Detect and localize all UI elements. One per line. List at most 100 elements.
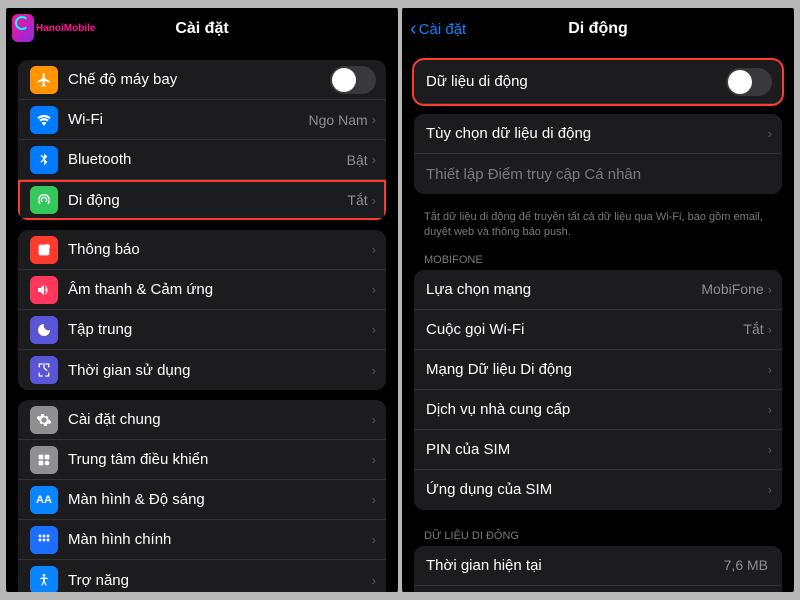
row-sim-pin[interactable]: PIN của SIM › [414, 430, 782, 470]
row-current-period[interactable]: Thời gian hiện tại 7,6 MB [414, 546, 782, 586]
chevron-icon: › [768, 362, 772, 377]
home-label: Màn hình chính [68, 531, 372, 548]
group-data-usage: Thời gian hiện tại 7,6 MB Chuyển vùng TG… [414, 546, 782, 592]
cellular-label: Di động [68, 192, 347, 209]
row-display[interactable]: AA Màn hình & Độ sáng › [18, 480, 386, 520]
chevron-icon: › [372, 452, 376, 467]
current-period-value: 7,6 MB [724, 557, 768, 573]
chevron-icon: › [372, 242, 376, 257]
row-home[interactable]: Màn hình chính › [18, 520, 386, 560]
row-access[interactable]: Trợ năng › [18, 560, 386, 592]
chevron-icon: › [372, 492, 376, 507]
row-bluetooth[interactable]: Bluetooth Bật › [18, 140, 386, 180]
chevron-icon: › [372, 322, 376, 337]
airplane-label: Chế độ máy bay [68, 71, 330, 88]
group-data-options: Tùy chọn dữ liệu di động › Thiết lập Điể… [414, 114, 782, 194]
hotspot-label: Thiết lập Điểm truy cập Cá nhân [426, 166, 772, 183]
accessibility-icon [30, 566, 58, 592]
bluetooth-label: Bluetooth [68, 151, 347, 168]
screentime-icon [30, 356, 58, 384]
row-general[interactable]: Cài đặt chung › [18, 400, 386, 440]
chevron-icon: › [768, 402, 772, 417]
wifi-icon [30, 106, 58, 134]
row-carrier[interactable]: Dịch vụ nhà cung cấp › [414, 390, 782, 430]
wifi-call-value: Tắt [743, 321, 763, 337]
right-title: Di động [568, 20, 628, 38]
row-data-options[interactable]: Tùy chọn dữ liệu di động › [414, 114, 782, 154]
airplane-toggle[interactable] [330, 66, 376, 94]
data-options-label: Tùy chọn dữ liệu di động [426, 125, 768, 142]
chevron-icon: › [372, 193, 376, 208]
screentime-label: Thời gian sử dụng [68, 362, 372, 379]
chevron-icon: › [372, 282, 376, 297]
sim-apps-label: Ứng dụng của SIM [426, 481, 768, 498]
notif-label: Thông báo [68, 241, 372, 258]
watermark-logo: HanoiMobile [12, 14, 95, 42]
row-mobile-data[interactable]: Dữ liệu di động [414, 60, 782, 104]
sim-pin-label: PIN của SIM [426, 441, 768, 458]
left-title: Cài đặt [175, 20, 228, 38]
general-label: Cài đặt chung [68, 411, 372, 428]
cellular-icon [30, 186, 58, 214]
cellular-right-panel: ‹ Cài đặt Di động Dữ liệu di động Tùy ch… [402, 8, 794, 592]
settings-left-panel: HanoiMobile Cài đặt Chế độ máy bay Wi-Fi… [6, 8, 398, 592]
carrier-label: Dịch vụ nhà cung cấp [426, 401, 768, 418]
row-focus[interactable]: Tập trung › [18, 310, 386, 350]
notification-icon [30, 236, 58, 264]
chevron-icon: › [372, 573, 376, 588]
control-center-icon [30, 446, 58, 474]
row-hotspot: Thiết lập Điểm truy cập Cá nhân [414, 154, 782, 194]
group-mobifone: Lựa chọn mạng MobiFone › Cuộc gọi Wi-Fi … [414, 270, 782, 510]
section-data: DỮ LIỆU DI ĐỘNG [402, 520, 794, 546]
group-notif: Thông báo › Âm thanh & Cảm ứng › Tập tru… [18, 230, 386, 390]
current-period-label: Thời gian hiện tại [426, 557, 724, 574]
row-wifi[interactable]: Wi-Fi Ngo Nam › [18, 100, 386, 140]
footer-hint: Tắt dữ liệu di động để truyền tất cả dữ … [402, 204, 794, 244]
chevron-icon: › [768, 442, 772, 457]
cellular-value: Tắt [347, 192, 367, 208]
row-airplane[interactable]: Chế độ máy bay [18, 60, 386, 100]
gear-icon [30, 406, 58, 434]
row-cellular[interactable]: Di động Tắt › [18, 180, 386, 220]
row-control[interactable]: Trung tâm điều khiển › [18, 440, 386, 480]
chevron-icon: › [768, 322, 772, 337]
home-icon [30, 526, 58, 554]
mobile-data-label: Dữ liệu di động [426, 73, 726, 90]
row-screentime[interactable]: Thời gian sử dụng › [18, 350, 386, 390]
chevron-icon: › [372, 412, 376, 427]
chevron-icon: › [768, 126, 772, 141]
airplane-icon [30, 66, 58, 94]
sound-label: Âm thanh & Cảm ứng [68, 281, 372, 298]
chevron-icon: › [372, 112, 376, 127]
logo-text: HanoiMobile [36, 23, 95, 34]
bluetooth-icon [30, 146, 58, 174]
network-value: MobiFone [701, 281, 763, 297]
right-header: ‹ Cài đặt Di động [402, 8, 794, 50]
control-label: Trung tâm điều khiển [68, 451, 372, 468]
row-wifi-calling[interactable]: Cuộc gọi Wi-Fi Tắt › [414, 310, 782, 350]
focus-label: Tập trung [68, 321, 372, 338]
group-connectivity: Chế độ máy bay Wi-Fi Ngo Nam › Bluetooth… [18, 60, 386, 220]
back-button[interactable]: ‹ Cài đặt [410, 19, 466, 39]
chevron-icon: › [372, 363, 376, 378]
chevron-icon: › [372, 152, 376, 167]
network-label: Lựa chọn mạng [426, 281, 701, 298]
display-label: Màn hình & Độ sáng [68, 491, 372, 508]
back-label: Cài đặt [419, 21, 467, 38]
wifi-call-label: Cuộc gọi Wi-Fi [426, 321, 743, 338]
row-notif[interactable]: Thông báo › [18, 230, 386, 270]
bluetooth-value: Bật [347, 152, 368, 168]
row-sound[interactable]: Âm thanh & Cảm ứng › [18, 270, 386, 310]
row-sim-apps[interactable]: Ứng dụng của SIM › [414, 470, 782, 510]
group-general: Cài đặt chung › Trung tâm điều khiển › A… [18, 400, 386, 592]
row-data-network[interactable]: Mạng Dữ liệu Di động › [414, 350, 782, 390]
data-network-label: Mạng Dữ liệu Di động [426, 361, 768, 378]
row-roaming[interactable]: Chuyển vùng TG hiện tại 0 byte [414, 586, 782, 592]
mobile-data-toggle[interactable] [726, 68, 772, 96]
wifi-label: Wi-Fi [68, 111, 309, 128]
access-label: Trợ năng [68, 572, 372, 589]
focus-icon [30, 316, 58, 344]
section-mobifone: MOBIFONE [402, 244, 794, 270]
sound-icon [30, 276, 58, 304]
row-network-selection[interactable]: Lựa chọn mạng MobiFone › [414, 270, 782, 310]
